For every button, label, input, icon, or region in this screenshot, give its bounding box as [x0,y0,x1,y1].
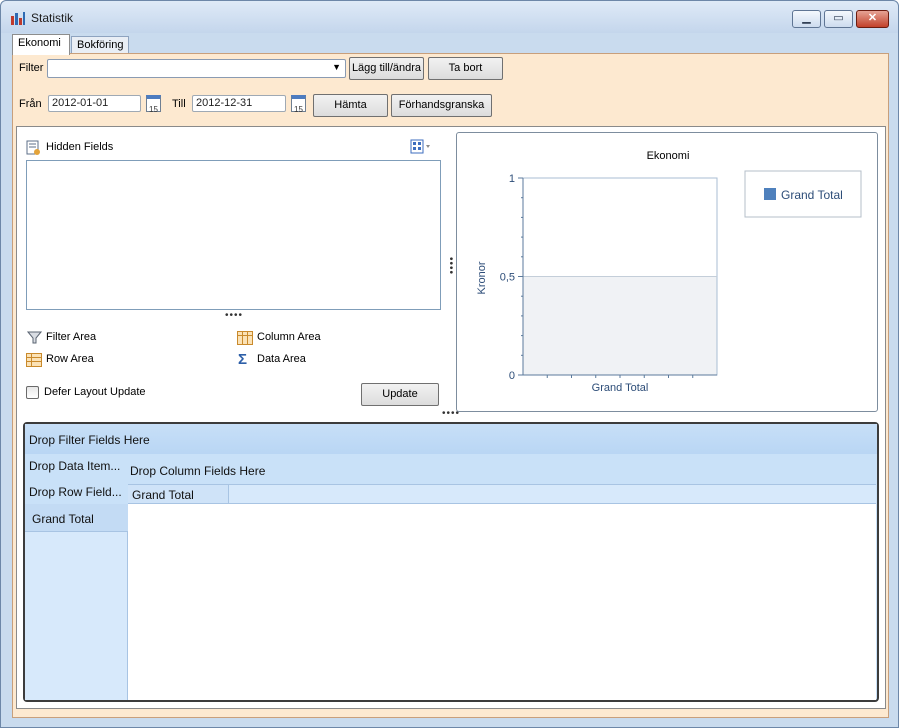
column-grand-total-header[interactable]: Grand Total [128,485,229,503]
to-calendar-icon[interactable]: 15 [291,95,306,114]
fetch-button[interactable]: Hämta [313,94,388,117]
add-edit-button[interactable]: Lägg till/ändra [349,57,424,80]
chart-title: Ekonomi [647,150,690,162]
from-date-input[interactable]: 2012-01-01 [48,95,141,112]
chart-legend[interactable]: Grand Total [744,170,862,218]
row-grand-total-header[interactable]: Grand Total [25,504,128,532]
statistik-window: Statistik ▁ ▭ ✕ Ekonomi Bokföring Filter… [0,0,899,728]
remove-button[interactable]: Ta bort [428,57,503,80]
bar-chart-app-icon [11,12,25,25]
minimize-button[interactable]: ▁ [792,10,821,28]
y-tick-label: 0,5 [500,272,515,284]
tab-bokforing[interactable]: Bokföring [71,36,129,54]
drop-row-fields[interactable]: Drop Row Field... [29,485,122,499]
row-grand-total-label: Grand Total [32,512,94,526]
to-date-input[interactable]: 2012-12-31 [192,95,286,112]
legend-swatch [764,188,776,200]
defer-layout-label: Defer Layout Update [44,386,146,398]
column-area-label: Column Area [257,331,321,343]
vertical-splitter-handle[interactable]: •••• [445,257,456,275]
row-header-column [25,508,128,700]
sigma-icon: Σ [238,351,248,368]
row-area-icon [26,353,42,367]
y-tick-label: 1 [509,173,515,185]
filter-label: Filter [19,62,44,74]
update-button[interactable]: Update [361,383,439,406]
from-calendar-icon[interactable]: 15 [146,95,161,114]
tab-bokforing-label: Bokföring [77,39,124,51]
minimize-icon: ▁ [802,12,811,24]
row-area-label: Row Area [46,353,94,365]
window-title: Statistik [31,11,74,25]
filter-combobox[interactable]: ▼ [47,59,346,78]
legend-entry-label: Grand Total [781,188,843,202]
chart-ylabel: Kronor [476,261,488,294]
title-bar[interactable]: Statistik ▁ ▭ ✕ [1,1,898,33]
chart-svg: Ekonomi Kronor 0 0,5 1 Grand Total Grand To… [476,150,862,394]
to-label: Till [172,98,186,110]
layout-grid-icon[interactable] [410,139,432,155]
close-icon: ✕ [867,12,878,24]
drop-filter-fields: Drop Filter Fields Here [29,433,150,447]
column-header-row: Grand Total [128,484,876,504]
hidden-fields-icon [26,140,40,155]
preview-button[interactable]: Förhandsgranska [391,94,492,117]
maximize-icon: ▭ [833,12,844,24]
chart-control: Ekonomi Kronor 0 0,5 1 Grand Total Grand To… [456,132,878,412]
splitter-handle[interactable]: •••• [225,310,243,321]
data-area-label: Data Area [257,353,306,365]
maximize-button[interactable]: ▭ [824,10,853,28]
hidden-fields-label: Hidden Fields [46,141,114,153]
filter-area-label: Filter Area [46,331,97,343]
data-cells-area[interactable] [128,504,876,700]
drop-column-fields[interactable]: Drop Column Fields Here [130,464,265,478]
from-label: Från [19,98,42,110]
dropdown-arrow-icon: ▼ [332,62,341,72]
drop-data-items[interactable]: Drop Data Item... [29,459,120,473]
tab-ekonomi-label: Ekonomi [18,37,61,49]
y-tick-label: 0 [509,370,515,382]
pivot-grid: Drop Filter Fields Here Drop Data Item..… [23,422,879,702]
plot-area: 0 0,5 1 Grand Total [500,173,718,394]
plot-band [523,276,717,375]
close-button[interactable]: ✕ [856,10,889,28]
filter-funnel-icon [27,331,42,344]
defer-layout-checkbox[interactable] [26,386,39,399]
filter-drop-strip[interactable]: Drop Filter Fields Here [25,424,877,454]
column-area-icon [237,331,253,345]
tab-ekonomi[interactable]: Ekonomi [12,34,70,55]
x-tick-label: Grand Total [592,382,649,394]
hidden-fields-list[interactable] [26,160,441,310]
column-grand-total-label: Grand Total [132,488,194,502]
